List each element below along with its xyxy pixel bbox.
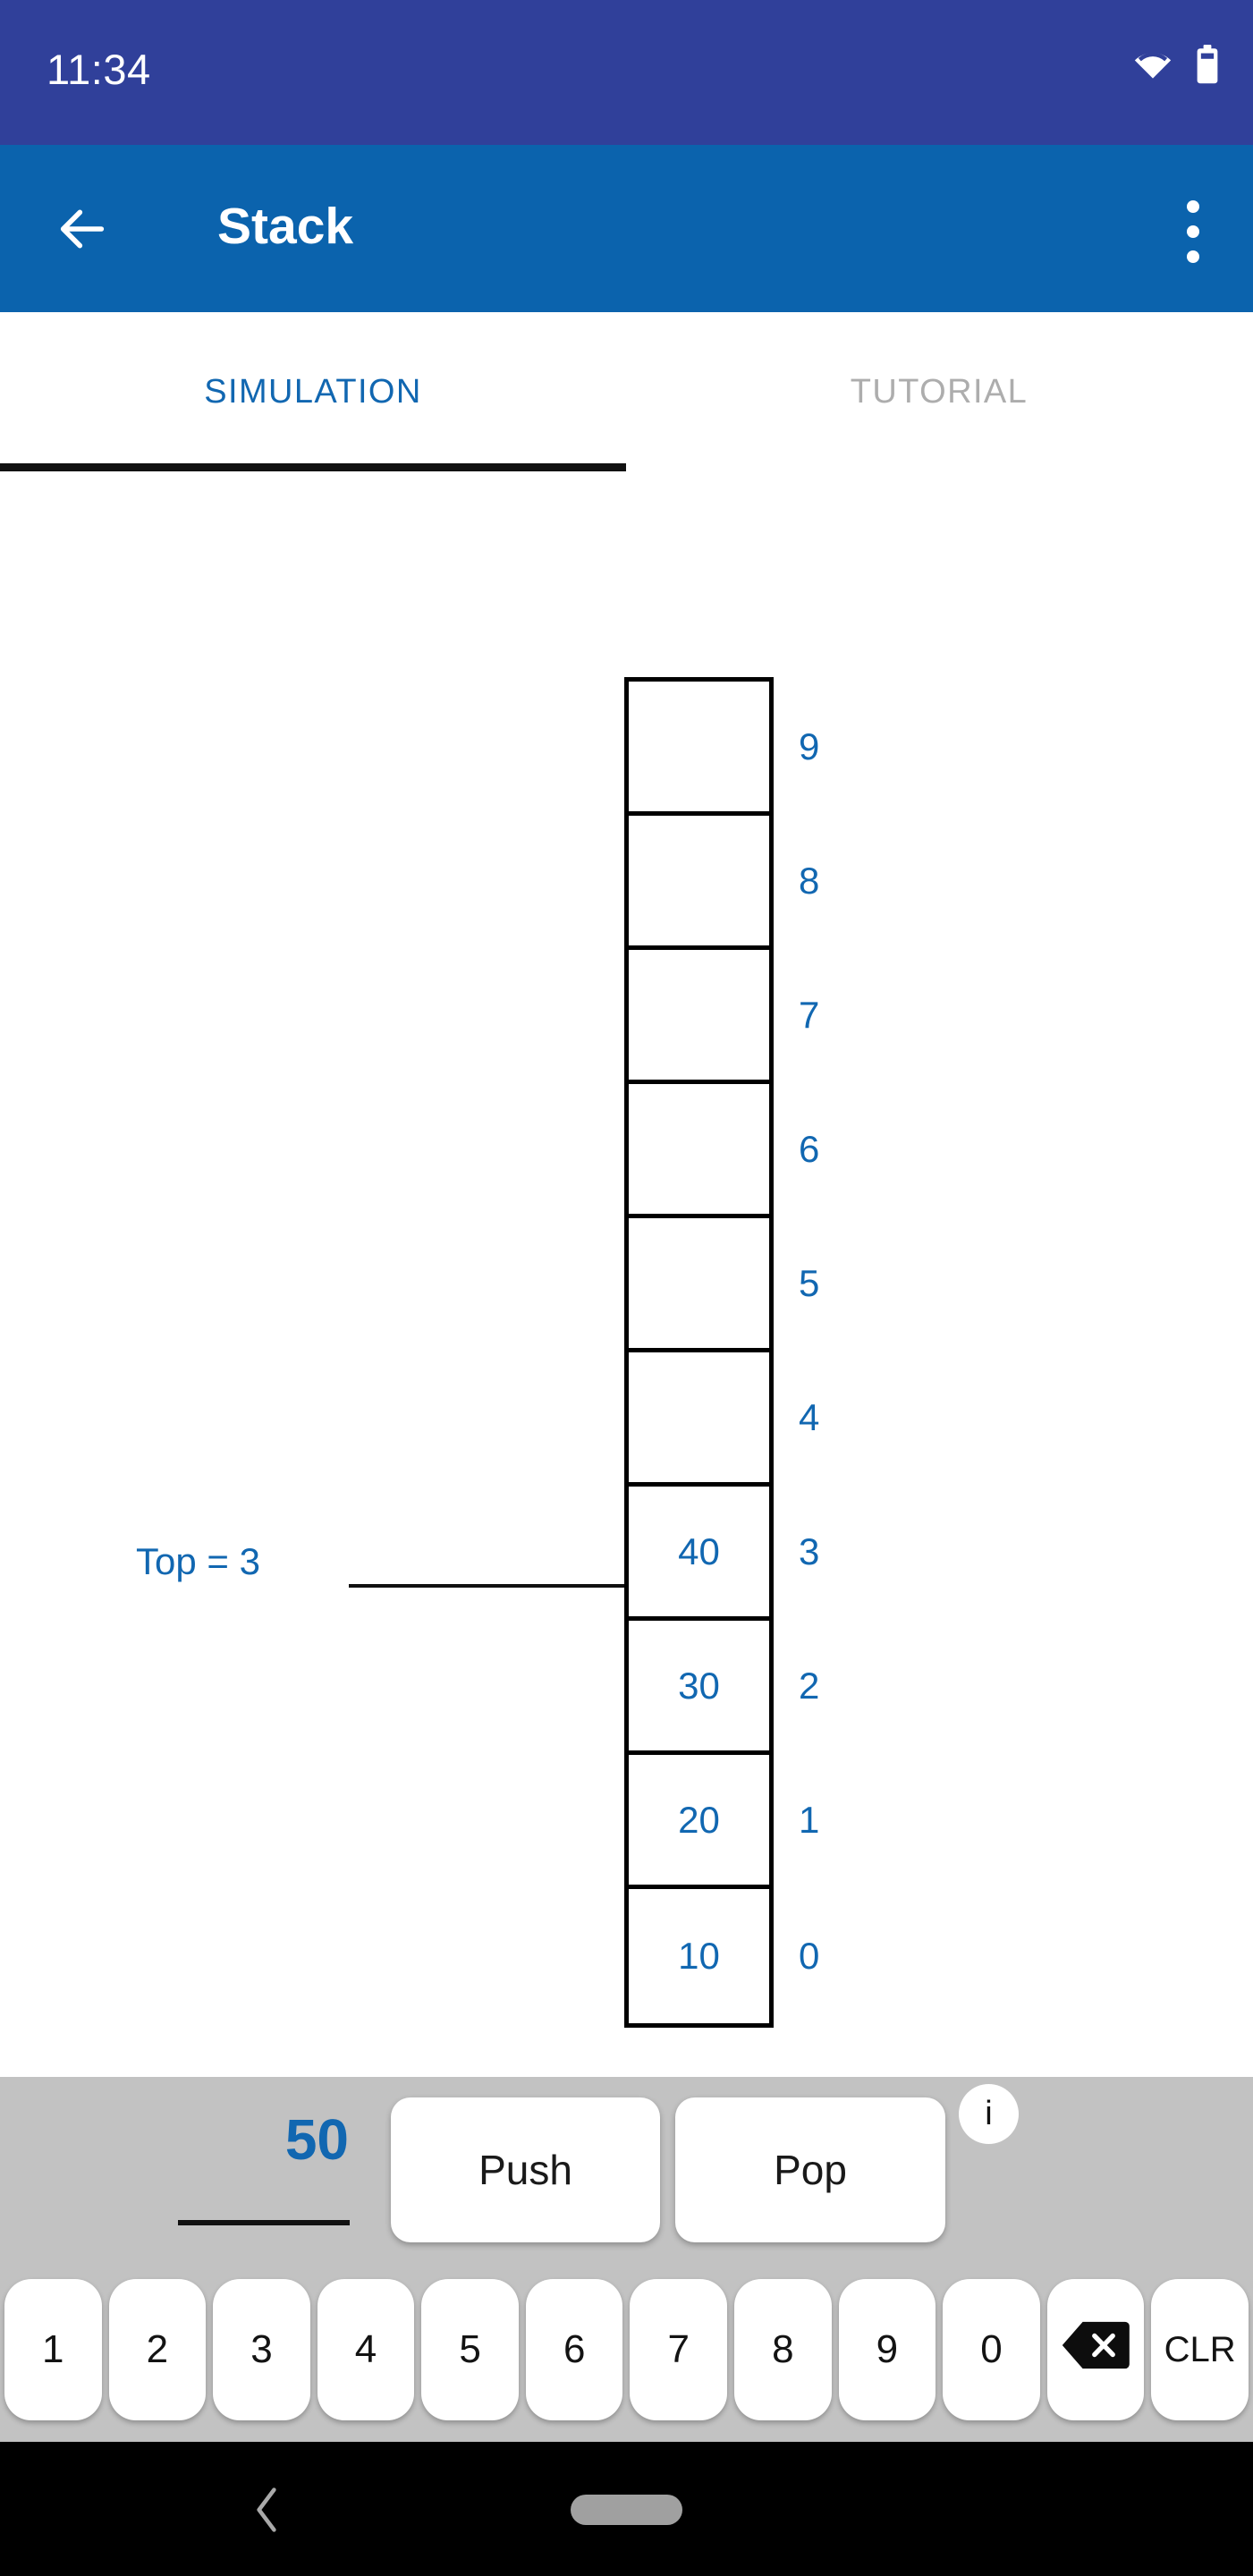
status-time: 11:34 [47,46,151,93]
stack-cell-value: 20 [678,1798,720,1841]
stack-cell-index: 6 [799,1127,820,1170]
stack-cell-index: 2 [799,1664,820,1707]
app-bar: Stack [0,145,1253,312]
pop-button[interactable]: Pop [675,2097,945,2242]
system-nav-bar [0,2442,1253,2576]
key-7[interactable]: 7 [630,2279,728,2420]
key-1[interactable]: 1 [4,2279,102,2420]
status-bar: 11:34 [0,0,1253,145]
nav-home-pill[interactable] [571,2495,682,2525]
tab-tutorial[interactable]: TUTORIAL [626,312,1252,471]
tab-indicator [0,463,626,471]
stack-cell: 4 [629,1352,819,1487]
key-5[interactable]: 5 [421,2279,519,2420]
stack-container: 9 8 7 6 5 4 40 3 30 2 20 1 10 0 [624,677,819,2028]
stack-cell-index: 8 [799,859,820,902]
key-6[interactable]: 6 [525,2279,623,2420]
stack-cell: 10 0 [629,1889,819,2023]
wifi-icon [1133,49,1173,84]
stack-cell-index: 3 [799,1530,820,1572]
top-pointer-label: Top = 3 [136,1540,260,1582]
stack-cell-value: 10 [678,1935,720,1977]
key-label: 7 [667,2327,690,2371]
menu-dot-1 [1187,200,1199,213]
key-label: 9 [876,2327,899,2371]
key-label: 2 [146,2327,169,2371]
key-clear[interactable]: CLR [1151,2279,1249,2420]
stack-cell-index: 9 [799,724,820,767]
key-3[interactable]: 3 [213,2279,310,2420]
backspace-icon [1061,2319,1130,2381]
key-backspace[interactable] [1046,2279,1145,2420]
stack-cell: 7 [629,950,819,1084]
stack-cell: 20 1 [629,1755,819,1889]
key-label: 6 [563,2327,586,2371]
key-4[interactable]: 4 [317,2279,415,2420]
app-screen: 11:34 Stack SIMULATION TUTORIAL 9 8 7 6 … [0,0,1253,2576]
stack-cell-index: 1 [799,1798,820,1841]
stack-cell: 9 [629,682,819,816]
status-icon-group [1133,45,1219,89]
menu-dot-2 [1187,225,1199,238]
nav-back-icon[interactable] [249,2485,284,2535]
back-button[interactable] [54,200,111,258]
key-label: 8 [772,2327,794,2371]
stack-cell-index: 7 [799,993,820,1036]
stack-cell-index: 0 [799,1935,820,1977]
numeric-keypad: 1 2 3 4 5 6 7 8 9 0 CLR [0,2274,1253,2426]
more-vert-icon[interactable] [1183,200,1203,263]
top-pointer-line [349,1584,624,1588]
stack-cell: 40 3 [629,1487,819,1621]
tab-bar: SIMULATION TUTORIAL [0,312,1253,471]
key-2[interactable]: 2 [108,2279,207,2420]
value-input-underline [178,2220,350,2225]
stack-cell-value: 30 [678,1664,720,1707]
value-input[interactable]: 50 [170,2106,349,2173]
key-8[interactable]: 8 [734,2279,832,2420]
key-label: 0 [980,2327,1003,2371]
info-button[interactable]: i [959,2084,1019,2144]
stack-cell-index: 5 [799,1261,820,1304]
stack-cell: 8 [629,816,819,950]
page-title: Stack [217,198,354,255]
stack-cell: 6 [629,1084,819,1218]
push-button[interactable]: Push [391,2097,660,2242]
key-label: 4 [354,2327,377,2371]
stack-cell: 5 [629,1218,819,1352]
key-label: 3 [250,2327,273,2371]
key-9[interactable]: 9 [838,2279,936,2420]
key-label: 5 [459,2327,481,2371]
stack-cell: 30 2 [629,1621,819,1755]
battery-icon [1196,45,1219,89]
stack-cell-value: 40 [678,1530,720,1572]
key-0[interactable]: 0 [943,2279,1040,2420]
tab-simulation[interactable]: SIMULATION [0,312,626,471]
key-label: CLR [1164,2329,1236,2369]
stack-cell-index: 4 [799,1395,820,1438]
stack-visualization: 9 8 7 6 5 4 40 3 30 2 20 1 10 0 [0,471,1253,2077]
menu-dot-3 [1187,250,1199,263]
key-label: 1 [42,2327,64,2371]
